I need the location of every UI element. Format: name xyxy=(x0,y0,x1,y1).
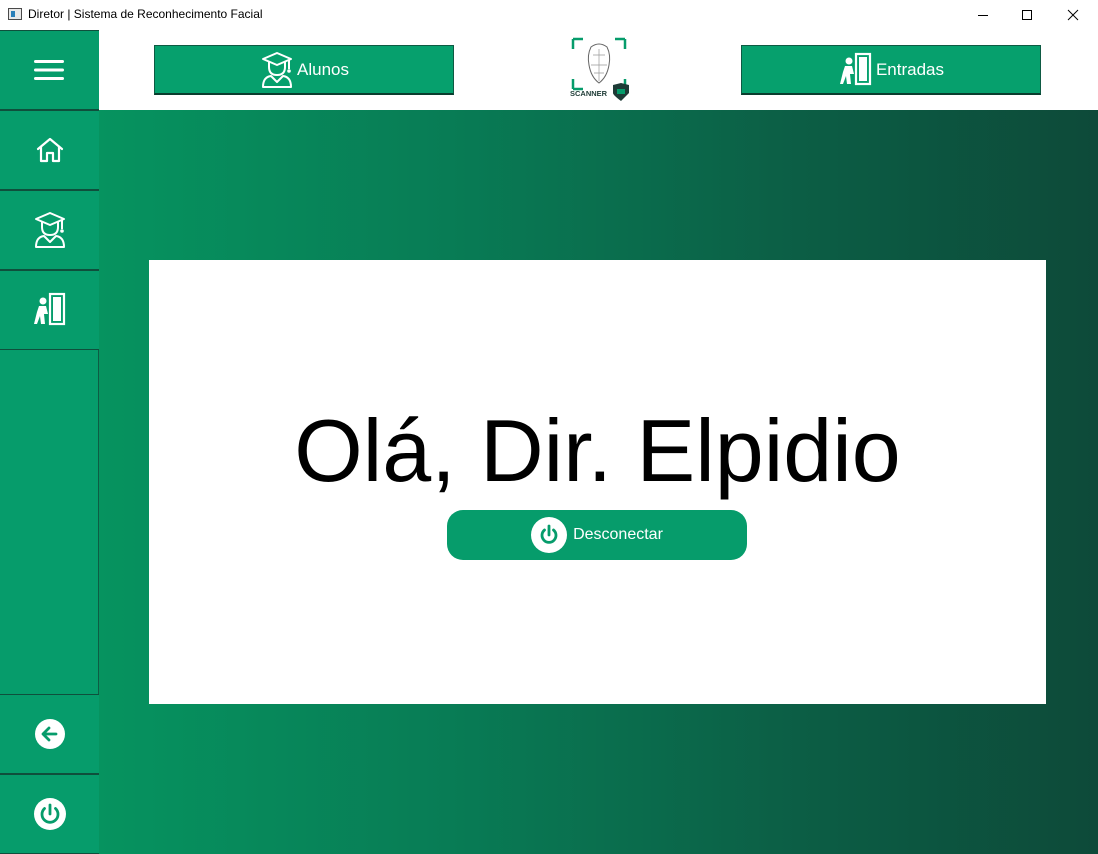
logo-text: SCANNER xyxy=(570,89,608,98)
person-entering-door-icon xyxy=(839,52,872,85)
sidebar-item-entries[interactable] xyxy=(0,270,99,350)
app-icon xyxy=(8,8,22,20)
hamburger-menu-icon xyxy=(33,60,64,80)
sidebar-item-home[interactable] xyxy=(0,110,99,190)
sidebar-item-students[interactable] xyxy=(0,190,99,270)
sidebar-menu-button[interactable] xyxy=(0,30,99,110)
greeting-heading: Olá, Dir. Elpidio xyxy=(294,401,901,500)
alunos-button[interactable]: Alunos xyxy=(154,45,454,95)
header-bar: Alunos SCANNER Entradas xyxy=(99,30,1098,110)
maximize-icon xyxy=(1022,10,1032,20)
close-icon xyxy=(1067,9,1079,21)
close-button[interactable] xyxy=(1050,0,1096,30)
entradas-button[interactable]: Entradas xyxy=(741,45,1041,95)
sidebar xyxy=(0,30,99,854)
home-icon xyxy=(36,137,63,163)
minimize-icon xyxy=(978,15,988,16)
graduate-student-icon xyxy=(262,51,292,88)
welcome-card: Olá, Dir. Elpidio Desconectar xyxy=(149,260,1046,704)
logout-label: Desconectar xyxy=(573,526,663,543)
power-icon xyxy=(531,517,568,553)
minimize-button[interactable] xyxy=(960,0,1006,30)
maximize-button[interactable] xyxy=(1004,0,1050,30)
main-content: Olá, Dir. Elpidio Desconectar xyxy=(99,110,1098,854)
window-titlebar: Diretor | Sistema de Reconhecimento Faci… xyxy=(0,0,1098,30)
sidebar-power-button[interactable] xyxy=(0,774,99,854)
window-title: Diretor | Sistema de Reconhecimento Faci… xyxy=(28,7,263,21)
scanner-logo: SCANNER xyxy=(569,37,629,105)
back-button[interactable] xyxy=(0,694,99,774)
logout-button[interactable]: Desconectar xyxy=(447,510,747,560)
alunos-label: Alunos xyxy=(297,59,349,79)
graduate-student-icon xyxy=(34,212,65,248)
power-icon xyxy=(33,798,66,830)
person-entering-door-icon xyxy=(33,292,65,326)
back-arrow-icon xyxy=(34,719,65,749)
entradas-label: Entradas xyxy=(875,59,945,79)
